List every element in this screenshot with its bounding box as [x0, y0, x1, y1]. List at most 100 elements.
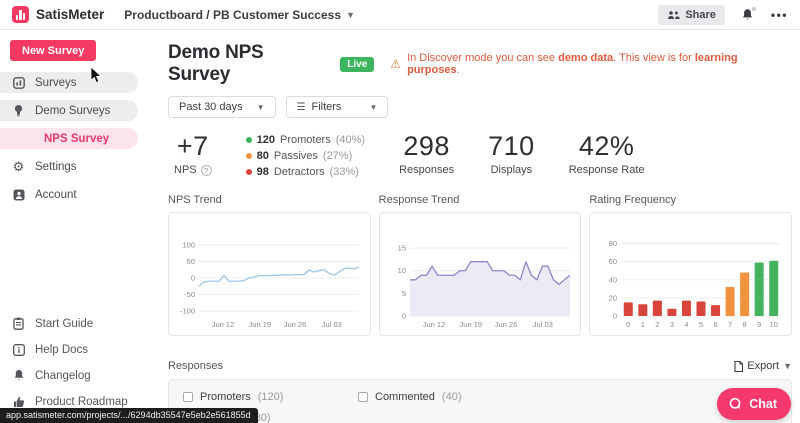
svg-text:6: 6 [713, 320, 717, 329]
sidebar-item-label: Start Guide [35, 318, 93, 330]
svg-text:100: 100 [183, 240, 196, 249]
checkbox-promoters[interactable]: Promoters(120) [183, 391, 358, 403]
svg-text:0: 0 [191, 273, 195, 282]
chevron-down-icon: ▼ [783, 361, 792, 371]
svg-text:9: 9 [757, 320, 761, 329]
export-button[interactable]: Export ▼ [734, 360, 792, 372]
date-range-dropdown[interactable]: Past 30 days ▼ [168, 96, 276, 118]
svg-text:15: 15 [398, 244, 406, 253]
passive-dot-icon [246, 153, 252, 159]
sidebar-item-demo-surveys[interactable]: Demo Surveys [0, 100, 138, 121]
filters-dropdown[interactable]: ☰ Filters ▼ [286, 96, 389, 118]
svg-text:0: 0 [613, 312, 617, 321]
svg-text:Jun 19: Jun 19 [249, 320, 272, 329]
svg-text:-50: -50 [184, 290, 195, 299]
sidebar-item-help-docs[interactable]: Help Docs [0, 339, 138, 360]
sidebar-item-nps-survey[interactable]: NPS Survey [0, 128, 138, 149]
people-icon [667, 10, 680, 20]
notification-dot [752, 7, 756, 11]
project-breadcrumb[interactable]: Productboard / PB Customer Success ▼ [124, 8, 355, 22]
svg-text:10: 10 [398, 266, 406, 275]
svg-text:0: 0 [402, 312, 406, 321]
displays-metric: 710 Displays [488, 131, 535, 176]
svg-text:Jul 03: Jul 03 [533, 320, 553, 329]
notifications-bell-icon[interactable] [741, 8, 755, 22]
svg-text:4: 4 [684, 320, 688, 329]
stats-row: +7 NPS ? 120Promoters(40%) 80Passives(27… [168, 131, 792, 178]
share-button[interactable]: Share [658, 5, 725, 25]
promoter-dot-icon [246, 137, 252, 143]
filter-lines-icon: ☰ [297, 102, 306, 113]
svg-text:Jun 19: Jun 19 [460, 320, 483, 329]
svg-text:3: 3 [669, 320, 673, 329]
svg-text:Jul 03: Jul 03 [322, 320, 342, 329]
sidebar-item-label: Surveys [35, 77, 77, 89]
discover-mode-warning: ⚠ In Discover mode you can see demo data… [390, 52, 792, 76]
file-icon [734, 361, 743, 372]
lightbulb-icon [12, 104, 25, 117]
svg-text:Jun 26: Jun 26 [495, 320, 518, 329]
response-trend-title: Response Trend [379, 194, 582, 206]
user-icon [12, 188, 25, 201]
chat-button[interactable]: Chat [717, 388, 791, 420]
svg-text:60: 60 [608, 257, 616, 266]
page-title: Demo NPS Survey [168, 42, 330, 86]
nps-score: +7 NPS ? [174, 131, 212, 176]
help-question-icon[interactable]: ? [201, 165, 212, 176]
nps-breakdown-legend: 120Promoters(40%) 80Passives(27%) 98Detr… [246, 131, 365, 178]
breadcrumb-text: Productboard / PB Customer Success [124, 8, 341, 22]
status-url-bar: app.satismeter.com/projects/.../6294db35… [0, 408, 258, 423]
svg-text:10: 10 [769, 320, 777, 329]
rating-frequency-chart: 80 60 40 20 00 1 2 3 4 5 6 7 8 9 10 [589, 212, 792, 336]
surveys-icon [12, 76, 25, 89]
logo[interactable]: SatisMeter [12, 6, 104, 23]
svg-text:80: 80 [608, 239, 616, 248]
top-bar: SatisMeter Productboard / PB Customer Su… [0, 0, 800, 30]
svg-text:7: 7 [728, 320, 732, 329]
svg-text:Jun 12: Jun 12 [212, 320, 235, 329]
sidebar-item-label: Changelog [35, 370, 91, 382]
sidebar-item-label: Demo Surveys [35, 105, 110, 117]
svg-text:20: 20 [608, 293, 616, 302]
response-rate-metric: 42% Response Rate [569, 131, 645, 176]
thumbs-up-icon [12, 395, 25, 408]
brand-name: SatisMeter [36, 7, 104, 22]
info-icon [12, 343, 25, 356]
charts-row: NPS Trend 100500-50-100Jun 12Jun 19Jun 2… [168, 194, 792, 336]
svg-text:5: 5 [402, 289, 406, 298]
response-trend-chart: 15 10 5 0 Jun 12 Jun 19 Jun 26 Jul 03 [379, 212, 582, 336]
svg-text:Jun 12: Jun 12 [423, 320, 446, 329]
sidebar-item-label: Help Docs [35, 344, 88, 356]
svg-text:1: 1 [640, 320, 644, 329]
responses-metric: 298 Responses [399, 131, 454, 176]
svg-text:5: 5 [699, 320, 703, 329]
svg-text:Jun 26: Jun 26 [284, 320, 307, 329]
sidebar-item-start-guide[interactable]: Start Guide [0, 313, 138, 334]
sidebar-item-changelog[interactable]: Changelog [0, 365, 138, 386]
sidebar-item-settings[interactable]: ⚙ Settings [0, 156, 138, 177]
svg-text:0: 0 [626, 320, 630, 329]
live-status-badge: Live [340, 57, 374, 72]
satismeter-logo-icon [12, 6, 29, 23]
svg-text:2: 2 [655, 320, 659, 329]
satismeter-app: SatisMeter Productboard / PB Customer Su… [0, 0, 800, 423]
checkbox-icon [358, 392, 368, 402]
chat-bubble-icon [728, 397, 743, 411]
sidebar: New Survey Surveys Demo Surveys NPS Surv… [0, 30, 160, 423]
responses-section-title: Responses [168, 360, 223, 372]
checkbox-icon [183, 392, 193, 402]
sidebar-item-account[interactable]: Account [0, 184, 138, 205]
detractor-dot-icon [246, 169, 252, 175]
clipboard-icon [12, 317, 25, 330]
sidebar-item-surveys[interactable]: Surveys [0, 72, 138, 93]
new-survey-button[interactable]: New Survey [10, 40, 96, 61]
svg-text:8: 8 [742, 320, 746, 329]
legend-passives: 80Passives(27%) [246, 150, 365, 162]
svg-text:50: 50 [187, 257, 195, 266]
chevron-down-icon: ▼ [346, 10, 355, 20]
nps-trend-chart: 100500-50-100Jun 12Jun 19Jun 26Jul 03 [168, 212, 371, 336]
svg-text:40: 40 [608, 275, 616, 284]
checkbox-commented[interactable]: Commented(40) [358, 391, 777, 403]
nps-trend-title: NPS Trend [168, 194, 371, 206]
more-menu-icon[interactable]: ••• [771, 8, 788, 22]
